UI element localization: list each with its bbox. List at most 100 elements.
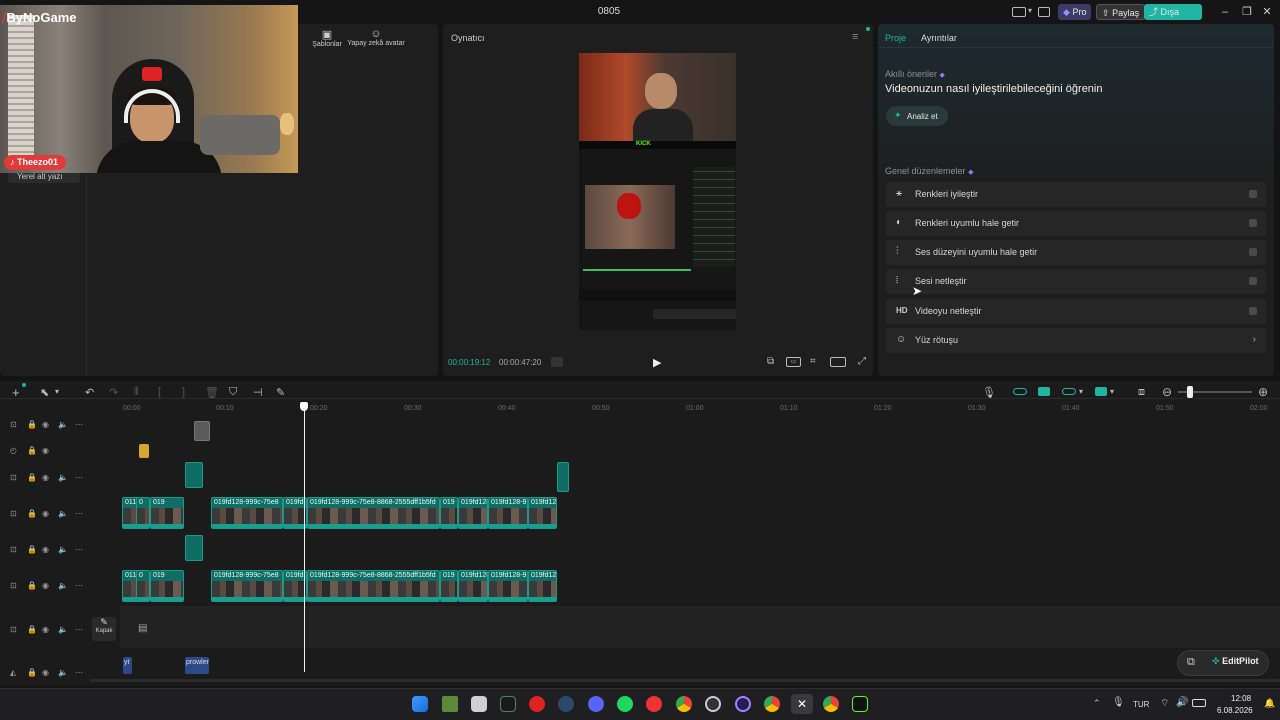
chrome-alt-icon[interactable] <box>823 696 839 712</box>
option-toggle[interactable] <box>1249 219 1257 227</box>
video-clip[interactable]: 019 <box>150 497 184 529</box>
lock-icon[interactable]: 🔒 <box>27 668 37 677</box>
option-toggle[interactable] <box>1249 190 1257 198</box>
analyze-button[interactable]: ✦ Analiz et <box>886 106 948 126</box>
more-icon[interactable]: ⋯ <box>75 473 83 482</box>
battery-icon[interactable] <box>1192 699 1206 707</box>
apex-app-icon[interactable] <box>500 696 516 712</box>
close-icon[interactable]: ✕ <box>1260 5 1274 19</box>
zoom-slider-handle[interactable] <box>1187 386 1193 398</box>
fullscreen-icon[interactable]: ⤢ <box>858 356 866 367</box>
text-clip[interactable]: yt <box>123 657 132 674</box>
timeline-scrollbar[interactable] <box>90 679 1280 682</box>
capcut-icon[interactable]: ✕ <box>791 694 813 714</box>
option-toggle[interactable] <box>1249 277 1257 285</box>
dropdown-icon[interactable]: ▾ <box>1079 387 1083 396</box>
audio-link-icon[interactable] <box>1095 387 1107 396</box>
option-retouch[interactable]: ☺ Yüz rötuşu › <box>886 328 1266 353</box>
audio-icon[interactable]: 🔈 <box>58 509 68 518</box>
crop-icon[interactable]: ⧉ <box>767 356 774 367</box>
media-tab-ai-avatar[interactable]: ☺ Yapay zekâ avatar <box>346 28 406 47</box>
audio-icon[interactable]: 🔈 <box>58 625 68 634</box>
video-clip[interactable]: 019fd128-9 <box>488 497 528 529</box>
red-app-icon[interactable] <box>529 696 545 712</box>
player-menu-icon[interactable]: ≡ <box>852 31 858 43</box>
microphone-icon[interactable]: 🎙 <box>982 386 996 399</box>
quality-icon[interactable]: ▭ <box>786 357 801 367</box>
zoom-out-icon[interactable]: ⊖ <box>1162 385 1172 399</box>
volume-icon[interactable]: 🔊 <box>1176 697 1188 708</box>
obs-icon[interactable] <box>705 696 721 712</box>
lock-icon[interactable]: 🔒 <box>27 545 37 554</box>
link-tool-icon[interactable] <box>1013 388 1027 395</box>
option-enhance-video[interactable]: HD Videoyu netleştir <box>886 299 1266 324</box>
screen-icon[interactable] <box>1038 7 1050 17</box>
notification-icon[interactable]: 🔔 <box>1264 698 1275 709</box>
audio-icon[interactable]: 🔈 <box>58 668 68 677</box>
ship-app-icon[interactable] <box>471 696 487 712</box>
tab-details[interactable]: Ayrıntılar <box>921 33 957 43</box>
circle-app-icon[interactable] <box>735 696 751 712</box>
steam-icon[interactable] <box>558 696 574 712</box>
visibility-icon[interactable]: ◉ <box>42 446 49 455</box>
option-enhance-voice[interactable]: ⦙ Sesi netleştir <box>886 269 1266 294</box>
overlay-clip[interactable] <box>557 462 569 492</box>
video-clip[interactable]: 019fd12 <box>528 570 557 602</box>
preview-axis-icon[interactable] <box>1062 388 1076 395</box>
pro-button[interactable]: ◆ Pro <box>1058 4 1092 20</box>
video-clip[interactable]: 019fd12 <box>528 497 557 529</box>
play-button[interactable]: ▶ <box>653 356 661 369</box>
youtube-music-icon[interactable] <box>646 696 662 712</box>
more-icon[interactable]: ⋯ <box>75 545 83 554</box>
chevron-right-icon[interactable]: › <box>1253 334 1256 345</box>
clock-time[interactable]: 12:08 <box>1231 694 1251 703</box>
wifi-icon[interactable]: ⌔ <box>1160 697 1169 710</box>
undo-icon[interactable]: ↶ <box>85 386 94 399</box>
overlay-clip[interactable] <box>185 462 203 488</box>
select-tool-icon[interactable]: ⬉ <box>40 386 49 399</box>
overlay-clip[interactable] <box>185 535 203 561</box>
lock-icon[interactable]: 🔒 <box>27 581 37 590</box>
split-icon[interactable]: ⫴ <box>134 386 139 399</box>
spotify-icon[interactable] <box>617 696 633 712</box>
visibility-icon[interactable]: ◉ <box>42 625 49 634</box>
add-track-icon[interactable]: + <box>12 385 20 400</box>
chrome-profile-icon[interactable] <box>764 696 780 712</box>
tray-chevron-icon[interactable]: ⌃ <box>1093 698 1101 709</box>
lock-icon[interactable]: 🔒 <box>27 446 37 455</box>
audio-icon[interactable]: 🔈 <box>58 420 68 429</box>
video-clip[interactable]: 019fd128-999c-75e8-8868-2555dff1b5fd <box>307 497 440 529</box>
media-tab-templates[interactable]: ▣ Şablonlar <box>310 28 344 48</box>
minecraft-icon[interactable] <box>442 696 458 712</box>
editpilot-aux-icon[interactable]: ⧉ <box>1187 656 1195 669</box>
more-icon[interactable]: ⋯ <box>75 581 83 590</box>
focus-icon[interactable]: ⌗ <box>810 356 816 367</box>
video-clip[interactable]: 019fd128-999c-75e8-8868-2555dff1b5fd <box>307 570 440 602</box>
lock-icon[interactable]: 🔒 <box>27 420 37 429</box>
share-button[interactable]: ⇪ Paylaş <box>1096 4 1146 20</box>
option-enhance-colors[interactable]: ⚹ Renkleri iyileştir <box>886 182 1266 207</box>
tray-mic-icon[interactable]: 🎙 <box>1112 697 1125 708</box>
effect-clip[interactable] <box>139 444 149 458</box>
video-clip[interactable]: 019 <box>150 570 184 602</box>
option-toggle[interactable] <box>1249 248 1257 256</box>
more-icon[interactable]: ⋯ <box>75 420 83 429</box>
trim-left-icon[interactable]: [ <box>158 386 161 398</box>
audio-icon[interactable]: 🔈 <box>58 545 68 554</box>
mirror-icon[interactable]: ⊣ <box>253 386 263 399</box>
chrome-icon[interactable] <box>676 696 692 712</box>
audio-icon[interactable]: 🔈 <box>58 473 68 482</box>
layout-icon[interactable] <box>1012 7 1026 17</box>
zoom-in-icon[interactable]: ⊕ <box>1258 385 1268 399</box>
video-clip[interactable]: 0 <box>136 497 150 529</box>
video-clip[interactable]: 019fd128 <box>458 497 488 529</box>
option-normalize-loudness[interactable]: ⫶ Ses düzeyini uyumlu hale getir <box>886 240 1266 265</box>
video-clip[interactable]: 019 <box>440 570 458 602</box>
lock-icon[interactable]: 🔒 <box>27 509 37 518</box>
waveform-icon[interactable] <box>551 357 563 367</box>
text-clip[interactable]: prowler <box>185 657 209 674</box>
video-clip[interactable]: 019fd128-999c-75e8 <box>211 570 283 602</box>
delete-icon[interactable]: 🗑 <box>205 386 219 399</box>
editpilot-button[interactable]: ✜ EditPilot <box>1212 656 1259 667</box>
snap-tool-icon[interactable] <box>1038 387 1050 396</box>
